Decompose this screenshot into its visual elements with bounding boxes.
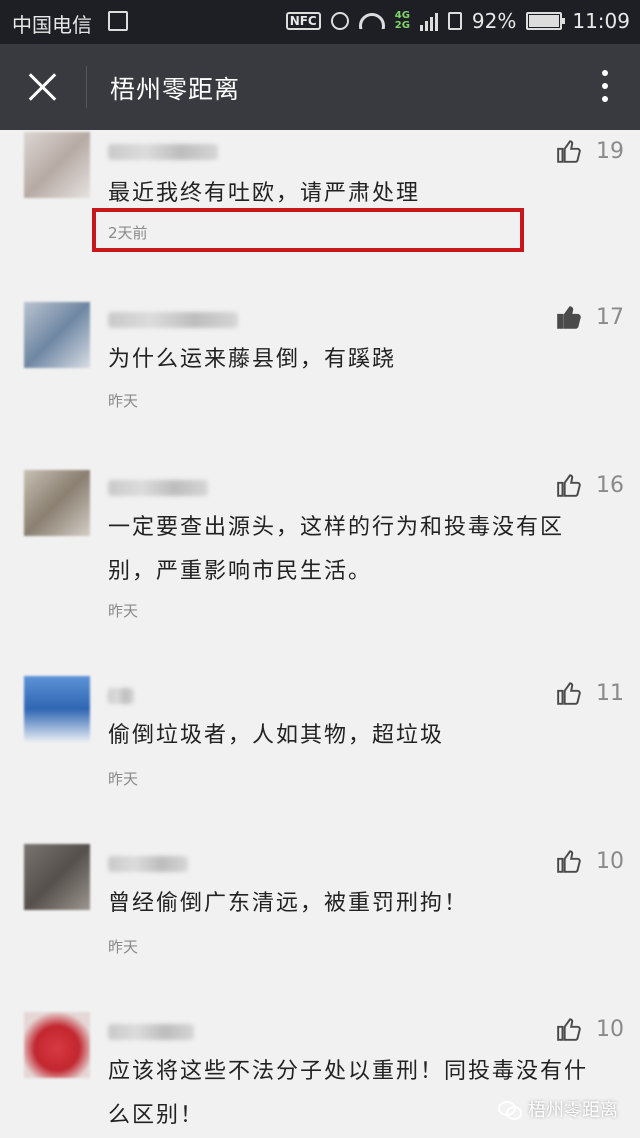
avatar[interactable] — [24, 1012, 90, 1078]
avatar[interactable] — [24, 302, 90, 368]
avatar[interactable] — [24, 132, 90, 198]
more-icon[interactable] — [602, 70, 610, 106]
thumbs-up-icon — [557, 140, 581, 163]
commenter-name — [108, 144, 218, 160]
thumbs-up-icon — [557, 474, 581, 497]
comment-text: 为什么运来藤县倒，有蹊跷 — [108, 347, 397, 372]
close-icon[interactable] — [22, 67, 62, 107]
page-title: 梧州零距离 — [110, 75, 241, 104]
like-button[interactable]: 17 — [556, 304, 624, 330]
nfc-icon: NFC — [285, 12, 321, 30]
wifi-icon — [358, 13, 385, 29]
wechat-icon — [498, 1099, 522, 1120]
alarm-icon — [330, 12, 349, 30]
image-notification-icon — [108, 11, 128, 31]
nav-divider — [86, 66, 87, 108]
comment-text: 一定要查出源头，这样的行为和投毒没有区别，严重影响市民生活。 — [108, 515, 565, 584]
sim-icon — [447, 12, 462, 30]
status-icons: NFC 4G 2G 92% 11:09 — [285, 9, 630, 33]
like-count: 16 — [596, 472, 624, 498]
like-button[interactable]: 11 — [556, 680, 624, 706]
thumbs-up-icon — [557, 682, 581, 705]
signal-icon — [419, 11, 438, 31]
like-count: 11 — [596, 680, 624, 706]
network-type-icon: 4G 2G — [395, 11, 410, 31]
watermark-text: 梧州零距离 — [528, 1100, 618, 1121]
thumbs-up-icon — [557, 850, 581, 873]
like-button[interactable]: 10 — [556, 848, 624, 874]
comment-time: 昨天 — [108, 938, 139, 956]
like-button[interactable]: 19 — [556, 138, 624, 164]
comment-time: 昨天 — [108, 770, 139, 788]
comment-item: 10 曾经偷倒广东清远，被重罚刑拘！ 昨天 — [0, 842, 640, 1010]
comment-time: 昨天 — [108, 602, 139, 620]
network-2g: 2G — [394, 20, 410, 31]
commenter-name — [108, 856, 188, 872]
highlight-box — [92, 208, 524, 252]
thumbs-up-icon — [557, 306, 581, 329]
comment-text: 曾经偷倒广东清远，被重罚刑拘！ — [108, 891, 469, 916]
comment-item: 11 偷倒垃圾者，人如其物，超垃圾 昨天 — [0, 674, 640, 842]
status-bar: 中国电信 NFC 4G 2G 92% 11:09 — [0, 0, 640, 44]
watermark: 梧州零距离 — [498, 1096, 618, 1122]
avatar[interactable] — [24, 470, 90, 536]
comment-text: 应该将这些不法分子处以重刑！同投毒没有什么区别！ — [108, 1059, 589, 1128]
nav-bar: 梧州零距离 — [0, 44, 640, 130]
clock: 11:09 — [572, 9, 630, 33]
avatar[interactable] — [24, 676, 90, 742]
avatar[interactable] — [24, 844, 90, 910]
battery-icon — [526, 12, 566, 30]
commenter-name — [108, 688, 134, 704]
carrier-label: 中国电信 — [12, 13, 92, 37]
comment-item: 17 为什么运来藤县倒，有蹊跷 昨天 — [0, 298, 640, 466]
commenter-name — [108, 312, 238, 328]
like-button[interactable]: 16 — [556, 472, 624, 498]
commenter-name — [108, 480, 208, 496]
like-count: 10 — [596, 848, 624, 874]
like-count: 19 — [596, 138, 624, 164]
commenter-name — [108, 1024, 194, 1040]
comment-text: 偷倒垃圾者，人如其物，超垃圾 — [108, 723, 445, 748]
thumbs-up-icon — [557, 1018, 581, 1041]
battery-percent: 92% — [471, 9, 517, 33]
like-count: 10 — [596, 1016, 624, 1042]
comment-item: 16 一定要查出源头，这样的行为和投毒没有区别，严重影响市民生活。 昨天 — [0, 466, 640, 674]
comment-time: 昨天 — [108, 392, 139, 410]
like-count: 17 — [596, 304, 624, 330]
like-button[interactable]: 10 — [556, 1016, 624, 1042]
